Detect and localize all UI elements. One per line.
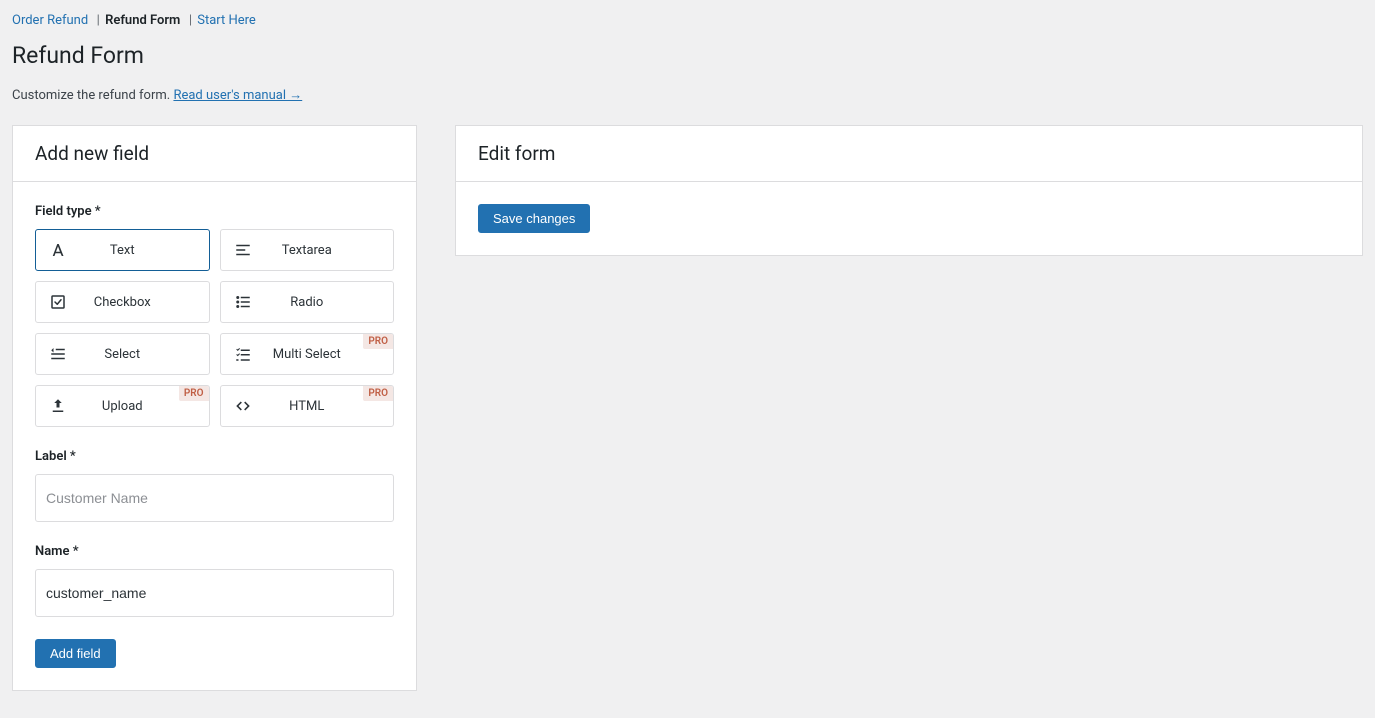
users-manual-link[interactable]: Read user's manual →	[173, 88, 302, 103]
field-type-textarea[interactable]: Textarea	[220, 229, 395, 271]
label-input[interactable]	[35, 474, 394, 522]
field-type-label-text: Text	[80, 243, 209, 258]
breadcrumb-tabs: Order Refund | Refund Form | Start Here	[12, 5, 1363, 40]
radio-list-icon	[221, 293, 265, 311]
field-type-select[interactable]: Select	[35, 333, 210, 375]
page-title: Refund Form	[12, 42, 1363, 69]
edit-panel-title: Edit form	[456, 126, 1362, 182]
field-type-multi-select[interactable]: Multi Select PRO	[220, 333, 395, 375]
textarea-icon	[221, 241, 265, 259]
add-new-field-panel: Add new field Field type * Text	[12, 125, 417, 691]
field-type-text[interactable]: Text	[35, 229, 210, 271]
label-field-label: Label *	[35, 449, 394, 464]
name-input[interactable]	[35, 569, 394, 617]
select-icon	[36, 345, 80, 363]
save-changes-button[interactable]: Save changes	[478, 204, 590, 233]
field-type-label-text: Checkbox	[80, 295, 209, 310]
tab-start-here[interactable]: Start Here	[197, 13, 256, 28]
upload-icon	[36, 397, 80, 415]
field-type-radio[interactable]: Radio	[220, 281, 395, 323]
field-type-html[interactable]: HTML PRO	[220, 385, 395, 427]
field-type-checkbox[interactable]: Checkbox	[35, 281, 210, 323]
html-code-icon	[221, 397, 265, 415]
tab-separator: |	[93, 13, 99, 28]
pro-badge: PRO	[363, 386, 393, 401]
tab-separator: |	[186, 13, 192, 28]
field-type-label: Field type *	[35, 204, 394, 219]
field-type-label-text: Radio	[265, 295, 394, 310]
page-subtitle: Customize the refund form. Read user's m…	[12, 87, 1363, 103]
field-type-label-text: Select	[80, 347, 209, 362]
add-field-button[interactable]: Add field	[35, 639, 116, 668]
checkbox-icon	[36, 293, 80, 311]
pro-badge: PRO	[363, 334, 393, 349]
add-panel-title: Add new field	[13, 126, 416, 182]
tab-refund-form[interactable]: Refund Form	[105, 13, 180, 28]
multi-select-icon	[221, 345, 265, 363]
subtitle-text: Customize the refund form.	[12, 88, 173, 103]
edit-form-panel: Edit form Save changes	[455, 125, 1363, 256]
field-type-label-text: Textarea	[265, 243, 394, 258]
pro-badge: PRO	[179, 386, 209, 401]
tab-order-refund[interactable]: Order Refund	[12, 13, 88, 28]
text-icon	[36, 241, 80, 259]
name-field-label: Name *	[35, 544, 394, 559]
field-type-upload[interactable]: Upload PRO	[35, 385, 210, 427]
